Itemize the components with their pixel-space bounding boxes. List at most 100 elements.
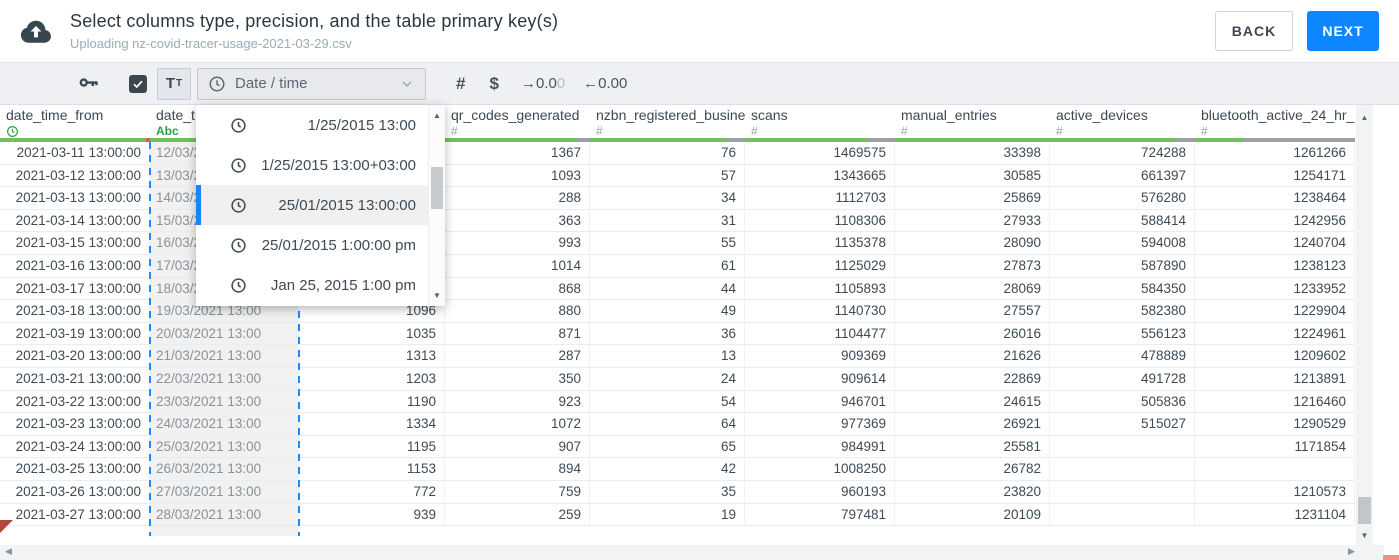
- table-cell[interactable]: 1213891: [1195, 367, 1355, 391]
- table-cell[interactable]: 587890: [1050, 254, 1195, 278]
- vertical-scrollbar[interactable]: ▲ ▼: [1356, 105, 1373, 545]
- table-cell[interactable]: 55: [590, 232, 745, 255]
- table-cell[interactable]: 1231104: [1195, 503, 1355, 527]
- table-cell[interactable]: 350: [445, 367, 590, 391]
- table-cell[interactable]: 44: [590, 277, 745, 301]
- table-cell[interactable]: 1035: [299, 322, 445, 346]
- table-cell[interactable]: 1242956: [1195, 209, 1355, 233]
- table-cell[interactable]: 36: [590, 322, 745, 346]
- table-cell[interactable]: 1238123: [1195, 254, 1355, 278]
- column-header-qr_codes_generated[interactable]: qr_codes_generated #: [445, 105, 590, 142]
- table-cell[interactable]: 759: [445, 480, 590, 504]
- column-header-date_time_from[interactable]: date_time_from: [0, 105, 150, 142]
- table-cell[interactable]: 27873: [895, 254, 1050, 278]
- table-cell[interactable]: 13: [590, 345, 745, 368]
- table-cell[interactable]: 588414: [1050, 209, 1195, 233]
- scroll-right-icon[interactable]: ▶: [1348, 546, 1355, 557]
- text-type-button[interactable]: TT: [157, 67, 191, 100]
- table-cell[interactable]: 2021-03-17 13:00:00: [0, 277, 150, 301]
- table-cell[interactable]: 1072: [445, 413, 590, 436]
- table-cell[interactable]: 25/03/2021 13:00: [150, 435, 299, 459]
- scroll-left-icon[interactable]: ◀: [5, 546, 12, 557]
- table-cell[interactable]: 22/03/2021 13:00: [150, 367, 299, 391]
- next-button[interactable]: NEXT: [1307, 11, 1379, 51]
- dropdown-scroll-thumb[interactable]: [431, 167, 443, 209]
- table-cell[interactable]: 57: [590, 164, 745, 188]
- table-cell[interactable]: 797481: [745, 503, 895, 527]
- table-cell[interactable]: [1195, 458, 1355, 481]
- scroll-down-icon[interactable]: ▼: [429, 291, 445, 300]
- table-cell[interactable]: 25869: [895, 187, 1050, 210]
- include-column-checkbox[interactable]: [129, 74, 147, 93]
- date-format-option[interactable]: 25/01/2015 13:00:00: [196, 185, 428, 225]
- table-cell[interactable]: 1203: [299, 367, 445, 391]
- table-cell[interactable]: 1233952: [1195, 277, 1355, 301]
- table-cell[interactable]: 1240704: [1195, 232, 1355, 255]
- table-cell[interactable]: 26921: [895, 413, 1050, 436]
- table-cell[interactable]: 28069: [895, 277, 1050, 301]
- table-cell[interactable]: 2021-03-13 13:00:00: [0, 187, 150, 210]
- table-cell[interactable]: 2021-03-23 13:00:00: [0, 413, 150, 436]
- table-cell[interactable]: 1140730: [745, 300, 895, 323]
- table-cell[interactable]: [1050, 503, 1195, 527]
- table-cell[interactable]: 582380: [1050, 300, 1195, 323]
- table-cell[interactable]: [1050, 480, 1195, 504]
- table-cell[interactable]: 49: [590, 300, 745, 323]
- table-cell[interactable]: 27/03/2021 13:00: [150, 480, 299, 504]
- table-cell[interactable]: 25581: [895, 435, 1050, 459]
- table-cell[interactable]: 20109: [895, 503, 1050, 527]
- date-format-option[interactable]: 1/25/2015 13:00+03:00: [196, 145, 428, 185]
- table-cell[interactable]: 24615: [895, 390, 1050, 414]
- table-cell[interactable]: 28090: [895, 232, 1050, 255]
- table-cell[interactable]: 2021-03-27 13:00:00: [0, 503, 150, 527]
- dropdown-scrollbar[interactable]: ▲ ▼: [428, 105, 445, 306]
- horizontal-scrollbar[interactable]: ◀ ▶: [0, 545, 1384, 560]
- table-cell[interactable]: 22869: [895, 367, 1050, 391]
- table-cell[interactable]: 661397: [1050, 164, 1195, 188]
- table-cell[interactable]: 2021-03-22 13:00:00: [0, 390, 150, 414]
- table-cell[interactable]: 1229904: [1195, 300, 1355, 323]
- table-cell[interactable]: 27933: [895, 209, 1050, 233]
- table-cell[interactable]: 24: [590, 367, 745, 391]
- table-cell[interactable]: 2021-03-24 13:00:00: [0, 435, 150, 459]
- table-cell[interactable]: 724288: [1050, 142, 1195, 165]
- table-cell[interactable]: 907: [445, 435, 590, 459]
- table-cell[interactable]: 894: [445, 458, 590, 481]
- table-cell[interactable]: 576280: [1050, 187, 1195, 210]
- table-cell[interactable]: 1343665: [745, 164, 895, 188]
- table-cell[interactable]: 984991: [745, 435, 895, 459]
- table-cell[interactable]: 594008: [1050, 232, 1195, 255]
- scroll-up-icon[interactable]: ▲: [429, 111, 445, 120]
- table-cell[interactable]: 505836: [1050, 390, 1195, 414]
- table-cell[interactable]: 259: [445, 503, 590, 527]
- table-cell[interactable]: 26/03/2021 13:00: [150, 458, 299, 481]
- column-header-scans[interactable]: scans #: [745, 105, 895, 142]
- table-cell[interactable]: 26016: [895, 322, 1050, 346]
- table-cell[interactable]: 939: [299, 503, 445, 527]
- table-cell[interactable]: 923: [445, 390, 590, 414]
- table-cell[interactable]: 2021-03-20 13:00:00: [0, 345, 150, 368]
- table-cell[interactable]: 868: [445, 277, 590, 301]
- table-cell[interactable]: 1254171: [1195, 164, 1355, 188]
- table-cell[interactable]: 24/03/2021 13:00: [150, 413, 299, 436]
- table-cell[interactable]: 1216460: [1195, 390, 1355, 414]
- table-cell[interactable]: [1050, 458, 1195, 481]
- table-cell[interactable]: 76: [590, 142, 745, 165]
- table-cell[interactable]: 1367: [445, 142, 590, 165]
- table-cell[interactable]: 27557: [895, 300, 1050, 323]
- date-format-option[interactable]: 1/25/2015 13:00: [196, 105, 428, 145]
- table-cell[interactable]: 23820: [895, 480, 1050, 504]
- table-cell[interactable]: 1190: [299, 390, 445, 414]
- scroll-up-icon[interactable]: ▲: [1356, 113, 1373, 122]
- table-cell[interactable]: 515027: [1050, 413, 1195, 436]
- table-cell[interactable]: 287: [445, 345, 590, 368]
- table-cell[interactable]: 23/03/2021 13:00: [150, 390, 299, 414]
- table-cell[interactable]: 1290529: [1195, 413, 1355, 436]
- column-header-active_devices[interactable]: active_devices #: [1050, 105, 1195, 142]
- primary-key-icon[interactable]: [78, 72, 101, 95]
- table-cell[interactable]: 880: [445, 300, 590, 323]
- vertical-scroll-thumb[interactable]: [1358, 497, 1371, 524]
- back-button[interactable]: BACK: [1215, 11, 1293, 51]
- table-cell[interactable]: 1014: [445, 254, 590, 278]
- table-cell[interactable]: 363: [445, 209, 590, 233]
